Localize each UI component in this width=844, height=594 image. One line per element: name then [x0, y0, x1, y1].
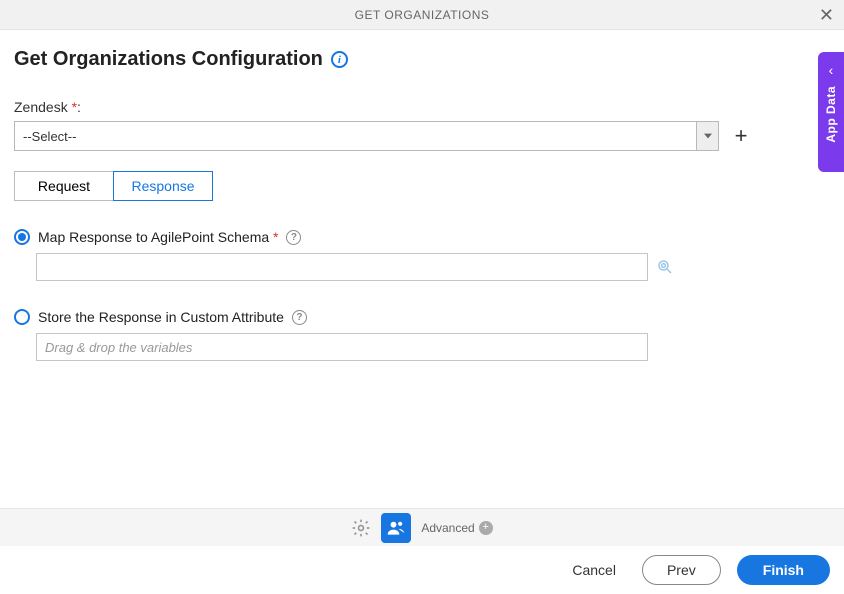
people-button[interactable] — [381, 513, 411, 543]
help-icon[interactable]: ? — [292, 310, 307, 325]
tabs: Request Response — [14, 171, 830, 201]
zendesk-select[interactable]: --Select-- — [14, 121, 719, 151]
bottom-toolbar: Advanced + — [0, 508, 844, 546]
radio-store-response[interactable] — [14, 309, 30, 325]
app-data-tab[interactable]: ‹ App Data — [818, 52, 844, 172]
store-response-input[interactable] — [36, 333, 648, 361]
finish-button[interactable]: Finish — [737, 555, 830, 585]
tab-request[interactable]: Request — [14, 171, 114, 201]
titlebar: GET ORGANIZATIONS ✕ — [0, 0, 844, 30]
info-icon[interactable]: i — [331, 51, 348, 68]
titlebar-title: GET ORGANIZATIONS — [355, 8, 490, 22]
zendesk-select-value: --Select-- — [15, 122, 696, 150]
cancel-button[interactable]: Cancel — [562, 556, 626, 584]
required-asterisk: * — [273, 229, 278, 245]
page-title: Get Organizations Configuration — [14, 48, 323, 71]
radio-map-response[interactable] — [14, 229, 30, 245]
zendesk-label: Zendesk *: — [14, 99, 830, 115]
gear-icon[interactable] — [351, 518, 371, 538]
advanced-toggle[interactable]: Advanced + — [421, 521, 492, 535]
add-zendesk-button[interactable]: + — [729, 124, 753, 148]
close-icon[interactable]: ✕ — [819, 6, 834, 24]
help-icon[interactable]: ? — [286, 230, 301, 245]
map-response-input[interactable] — [36, 253, 648, 281]
app-data-label: App Data — [824, 86, 838, 143]
plus-circle-icon: + — [479, 521, 493, 535]
store-response-label: Store the Response in Custom Attribute — [38, 309, 284, 325]
prev-button[interactable]: Prev — [642, 555, 721, 585]
footer: Cancel Prev Finish — [0, 546, 844, 594]
tab-response[interactable]: Response — [113, 171, 213, 201]
chevron-left-icon: ‹ — [829, 62, 834, 78]
chevron-down-icon[interactable] — [696, 122, 718, 150]
schema-browse-icon[interactable] — [656, 258, 674, 276]
map-response-label: Map Response to AgilePoint Schema * — [38, 229, 278, 245]
